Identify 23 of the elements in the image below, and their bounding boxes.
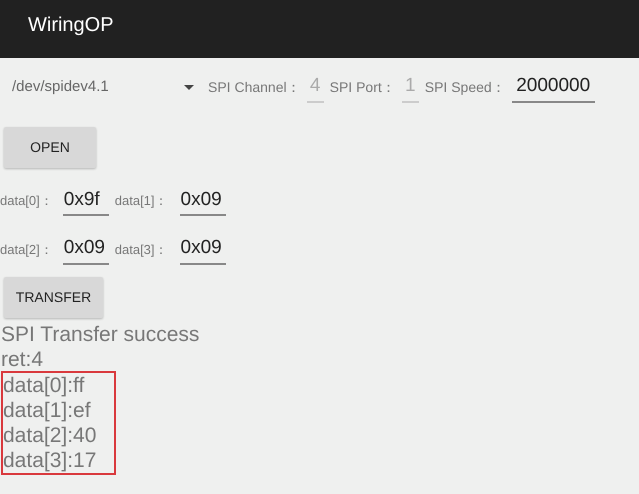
text-field[interactable]: 2000000 [512,72,595,102]
output-line: data[2]:40 [3,422,96,448]
output-line: data[0]:ff [3,372,86,398]
output-line: data[3]:17 [3,448,96,472]
field-label: SPI Speed： [424,78,506,97]
data-label: data[3]： [114,240,168,259]
field-label: SPI Port： [330,78,396,97]
output-line: ret:4 [1,346,44,372]
data-field[interactable]: 0x9f [62,186,109,216]
app-title: WiringOP [28,14,114,36]
transfer-button[interactable]: TRANSFER [4,276,103,318]
output-line: data[1]:ef [3,398,92,422]
data-field[interactable]: 0x09 [180,234,226,264]
output-line: SPI Transfer success [1,322,200,346]
dropdown-arrow-icon [184,84,194,90]
device-dropdown[interactable]: /dev/spidev4.1 [12,76,194,98]
data-label: data[0]： [0,192,53,210]
data-label: data[1]： [114,192,168,210]
field-label: SPI Channel： [208,78,301,97]
data-label: data[2]： [0,240,53,259]
data-field[interactable]: 0x09 [62,234,109,264]
open-button[interactable]: OPEN [4,126,96,168]
data-field[interactable]: 0x09 [180,186,226,216]
